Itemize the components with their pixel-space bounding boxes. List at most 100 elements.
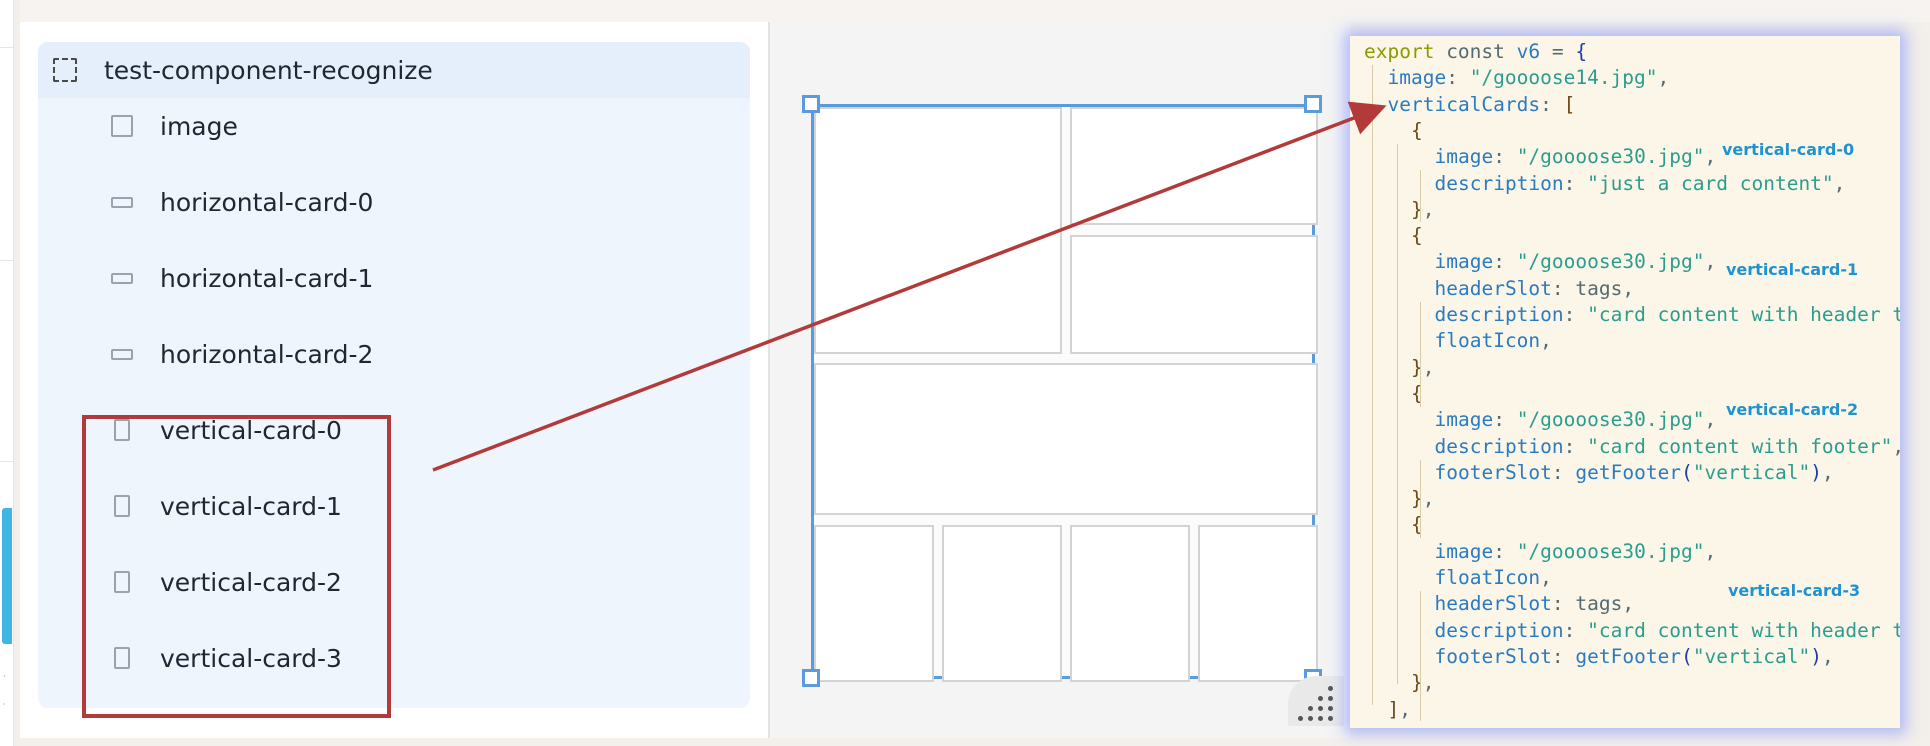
code-token: ,	[1422, 671, 1435, 695]
code-line: description: "card content with footer",	[1435, 434, 1901, 460]
code-token: const	[1434, 40, 1517, 63]
code-token: ,	[1833, 171, 1846, 195]
code-token: ,	[1422, 355, 1435, 379]
code-token: image	[1387, 66, 1447, 90]
code-token: (	[1681, 644, 1693, 668]
code-line: },	[1411, 355, 1435, 381]
code-line: description: "just a card content",	[1435, 171, 1846, 197]
code-line: headerSlot: tags,	[1435, 276, 1635, 302]
horizontal-card-block[interactable]	[1070, 235, 1318, 354]
code-token: footerSlot	[1434, 644, 1552, 668]
top-toolbar-strip	[20, 0, 1930, 22]
selection-handle-bottom-left[interactable]	[802, 669, 820, 687]
layer-item-horizontal-card-0[interactable]: horizontal-card-0	[38, 182, 750, 222]
tool-glyph: ·	[3, 672, 6, 681]
code-line: image: "/goooose30.jpg",	[1435, 249, 1717, 275]
code-token: floatIcon	[1434, 329, 1541, 353]
horizontal-card-icon	[111, 197, 133, 208]
code-line: {	[1411, 118, 1423, 144]
indent-guide	[1397, 144, 1398, 684]
active-tool-tab[interactable]	[2, 508, 12, 644]
code-line: },	[1411, 197, 1435, 223]
code-line: description: "card content with header t…	[1435, 618, 1901, 644]
code-token: :	[1563, 434, 1588, 458]
code-line: floatIcon,	[1435, 328, 1552, 354]
code-line: footerSlot: getFooter("vertical"),	[1435, 644, 1834, 670]
code-token: ,	[1821, 644, 1834, 668]
code-token: headerSlot	[1434, 276, 1552, 300]
tool-slot[interactable]	[0, 96, 14, 261]
code-token: "vertical"	[1692, 460, 1811, 484]
code-line: description: "card content with header t…	[1435, 302, 1901, 328]
layer-root-row[interactable]: test-component-recognize	[38, 42, 750, 98]
code-line: headerSlot: tags,	[1435, 591, 1635, 617]
layer-item-label: horizontal-card-1	[160, 263, 374, 293]
code-token: )	[1810, 644, 1822, 668]
code-token: {	[1411, 118, 1423, 142]
code-token: :	[1551, 644, 1576, 668]
code-panel: export const v6 = {image: "/goooose14.jp…	[1350, 36, 1900, 728]
code-line: {	[1411, 223, 1423, 249]
code-token: v6	[1516, 40, 1541, 63]
code-token: : tags,	[1551, 276, 1635, 300]
code-token: :	[1563, 171, 1588, 195]
horizontal-card-block[interactable]	[1070, 107, 1318, 225]
code-token: description	[1434, 618, 1564, 642]
code-line: },	[1411, 670, 1435, 696]
indent-guide	[1420, 302, 1421, 407]
code-token: ,	[1704, 408, 1717, 432]
code-token: floatIcon	[1434, 566, 1541, 589]
code-line: export const v6 = {	[1364, 39, 1587, 65]
code-token: :	[1551, 460, 1576, 484]
resize-grip-icon[interactable]	[1288, 676, 1344, 726]
code-line: floatIcon,	[1435, 565, 1552, 591]
code-token: ,	[1892, 435, 1900, 458]
code-token: "vertical"	[1692, 644, 1811, 668]
code-token: image	[1434, 539, 1494, 563]
vertical-card-block[interactable]	[942, 525, 1062, 682]
code-token: ,	[1704, 145, 1717, 169]
dashed-frame-icon	[53, 58, 77, 82]
code-token: "/goooose14.jpg"	[1469, 66, 1658, 90]
left-tool-strip: · ·	[0, 0, 14, 746]
code-token: ,	[1422, 487, 1435, 511]
code-token: ,	[1422, 197, 1435, 221]
code-token: : tags,	[1551, 592, 1635, 616]
code-token: )	[1810, 460, 1822, 484]
layer-item-horizontal-card-1[interactable]: horizontal-card-1	[38, 258, 750, 298]
code-annotation-vertical-card-0: vertical-card-0	[1722, 140, 1855, 159]
layer-item-label: horizontal-card-2	[160, 339, 374, 369]
code-annotation-vertical-card-1: vertical-card-1	[1726, 260, 1859, 279]
code-token: ,	[1657, 66, 1670, 90]
layer-item-horizontal-card-2[interactable]: horizontal-card-2	[38, 334, 750, 374]
selection-handle-top-right[interactable]	[1304, 95, 1322, 113]
vertical-card-block[interactable]	[1198, 525, 1318, 682]
code-token: ,	[1540, 566, 1552, 589]
code-token: image	[1434, 145, 1494, 169]
code-token: :	[1493, 250, 1517, 274]
selection-handle-top-left[interactable]	[802, 95, 820, 113]
code-token: :	[1493, 539, 1517, 563]
code-token: :	[1493, 408, 1517, 432]
code-line: verticalCards: [	[1388, 92, 1576, 118]
vertical-card-block[interactable]	[1070, 525, 1190, 682]
vertical-card-block[interactable]	[814, 525, 934, 682]
code-token: "card content with header tag"	[1587, 618, 1900, 642]
tool-slot[interactable]	[0, 272, 14, 462]
horizontal-card-block[interactable]	[814, 363, 1318, 515]
vertical-cards-highlight-box	[82, 415, 391, 718]
code-token: "/goooose30.jpg"	[1516, 145, 1705, 169]
image-block[interactable]	[814, 107, 1062, 354]
code-token: export	[1364, 40, 1435, 63]
code-token: verticalCards	[1387, 92, 1541, 116]
layer-item-image[interactable]: image	[38, 106, 750, 146]
indent-guide	[1420, 170, 1421, 222]
indent-guide	[1420, 460, 1421, 538]
code-token: [	[1563, 92, 1576, 116]
code-token: :	[1493, 145, 1517, 169]
code-token: headerSlot	[1434, 592, 1552, 616]
code-token: image	[1434, 408, 1494, 432]
selected-component-frame[interactable]	[811, 104, 1318, 682]
code-token: "just a card content"	[1587, 171, 1834, 195]
tool-slot[interactable]	[0, 0, 14, 48]
